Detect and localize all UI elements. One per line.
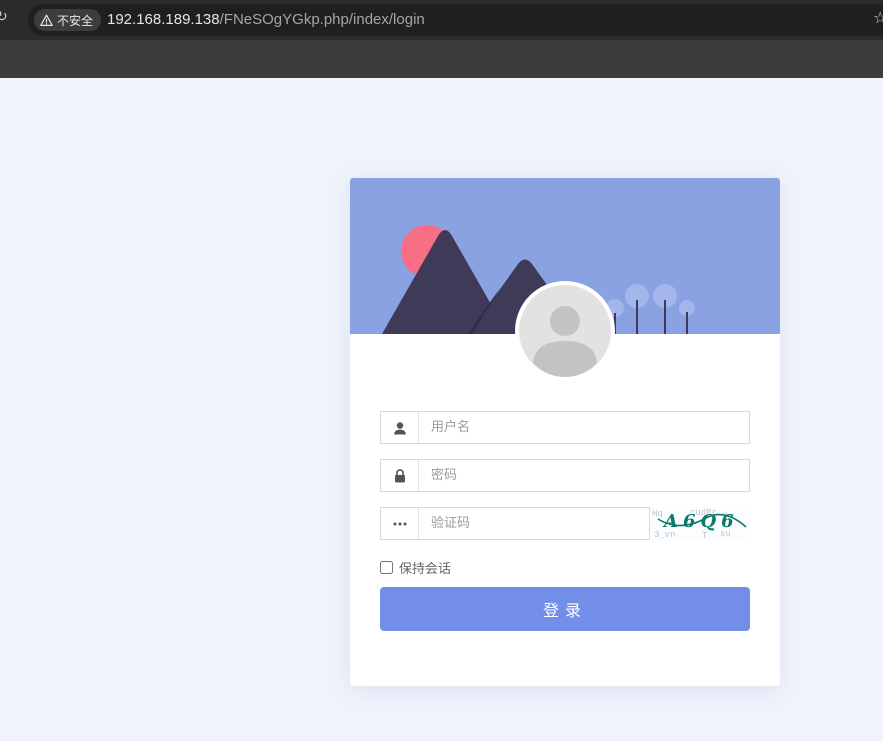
captcha-image[interactable]: Hq cudRr u 3_vn Tsu A6Q6 [650, 507, 750, 540]
url-text[interactable]: 192.168.189.138/FNeSOgYGkp.php/index/log… [107, 11, 425, 28]
reload-icon[interactable]: ↻ [0, 9, 8, 25]
browser-address-bar-area: ↻ 不安全 192.168.189.138/FNeSOgYGkp.php/ind… [0, 0, 883, 40]
avatar-user-icon [519, 285, 611, 377]
remember-session[interactable]: 保持会话 [380, 558, 451, 577]
password-input[interactable] [419, 460, 749, 491]
remember-checkbox[interactable] [380, 561, 393, 574]
username-field [380, 411, 750, 444]
captcha-text: A6Q6 [664, 511, 739, 532]
login-card: HqcudRru 3_vnTsu A6Q6 保持会话 登录 [350, 178, 780, 686]
captcha-input[interactable] [419, 508, 649, 539]
password-field [380, 459, 750, 492]
url-host: 192.168.189.138 [107, 11, 220, 28]
security-chip[interactable]: 不安全 [34, 9, 102, 31]
avatar [515, 281, 615, 381]
url-path: /FNeSOgYGkp.php/index/login [219, 11, 425, 28]
bookmark-star-icon[interactable]: ☆ [873, 8, 883, 27]
user-icon [381, 412, 419, 443]
warning-triangle-icon [40, 14, 53, 26]
dots-icon [381, 508, 419, 539]
username-input[interactable] [419, 412, 749, 443]
security-label: 不安全 [57, 13, 94, 28]
svg-text:T: T [702, 531, 708, 540]
lock-icon [381, 460, 419, 491]
captcha-field [380, 507, 650, 540]
svg-text:Hq: Hq [652, 509, 663, 519]
remember-label: 保持会话 [399, 562, 452, 577]
browser-chrome: ↻ 不安全 192.168.189.138/FNeSOgYGkp.php/ind… [0, 0, 883, 78]
login-button[interactable]: 登录 [380, 587, 750, 631]
address-bar[interactable]: 不安全 192.168.189.138/FNeSOgYGkp.php/index… [28, 4, 883, 36]
